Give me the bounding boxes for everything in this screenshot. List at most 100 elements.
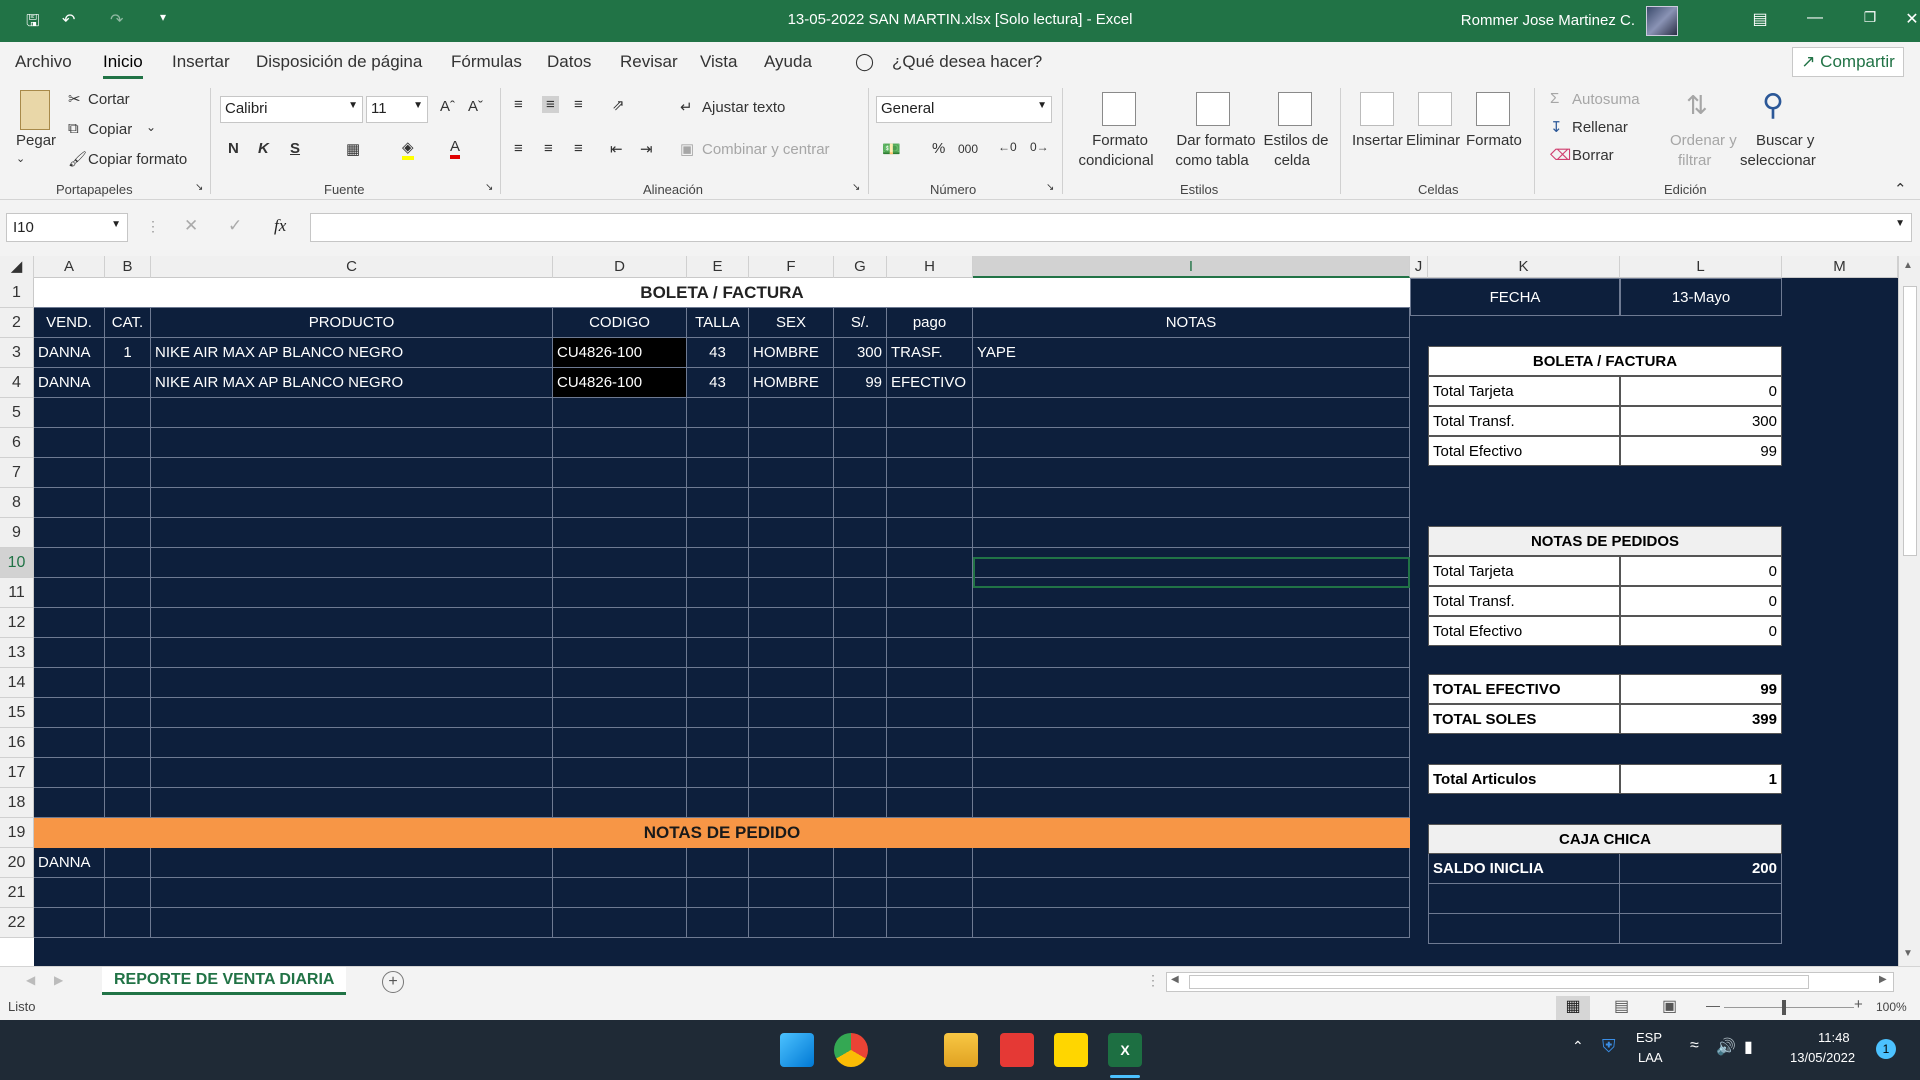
copy-button[interactable]: Copiar — [88, 121, 132, 138]
cut-icon[interactable]: ✂ — [68, 90, 81, 108]
tab-vista[interactable]: Vista — [700, 52, 738, 72]
empty-cell[interactable] — [687, 668, 749, 698]
caja-value[interactable]: 200 — [1620, 854, 1782, 884]
empty-cell[interactable] — [553, 698, 687, 728]
empty-cell[interactable] — [749, 638, 834, 668]
empty-cell[interactable] — [105, 608, 151, 638]
empty-cell[interactable] — [834, 698, 887, 728]
empty-cell[interactable] — [105, 578, 151, 608]
align-top-icon[interactable]: ≡ — [514, 96, 523, 113]
empty-cell[interactable] — [34, 788, 105, 818]
empty-cell[interactable] — [749, 608, 834, 638]
row-header-14[interactable]: 14 — [0, 668, 34, 698]
wrap-text-button[interactable]: Ajustar texto — [702, 99, 785, 116]
table-cell[interactable]: YAPE — [973, 338, 1410, 368]
empty-cell[interactable] — [553, 848, 687, 878]
select-all-corner[interactable]: ◢ — [0, 256, 34, 278]
col-header-g[interactable]: G — [834, 256, 887, 278]
empty-cell[interactable] — [887, 518, 973, 548]
italic-button[interactable]: K — [258, 140, 269, 157]
empty-cell[interactable] — [553, 758, 687, 788]
format-cells-icon[interactable] — [1476, 92, 1510, 126]
empty-cell[interactable] — [973, 758, 1410, 788]
column-title[interactable]: NOTAS — [973, 308, 1410, 338]
empty-cell[interactable] — [151, 848, 553, 878]
tell-me-search[interactable]: ¿Qué desea hacer? — [892, 52, 1042, 72]
col-header-h[interactable]: H — [887, 256, 973, 278]
paste-dropdown-icon[interactable]: ⌄ — [16, 152, 25, 165]
empty-cell[interactable] — [887, 458, 973, 488]
empty-cell[interactable] — [34, 728, 105, 758]
fill-color-icon[interactable]: ◈ — [402, 138, 414, 160]
empty-cell[interactable] — [151, 578, 553, 608]
row-header-10[interactable]: 10 — [0, 548, 34, 578]
empty-cell[interactable] — [151, 668, 553, 698]
caja-empty-cell[interactable] — [1620, 884, 1782, 914]
language-layout[interactable]: LAA — [1638, 1050, 1663, 1065]
empty-cell[interactable] — [749, 428, 834, 458]
empty-cell[interactable] — [105, 398, 151, 428]
empty-cell[interactable] — [34, 638, 105, 668]
empty-cell[interactable] — [105, 908, 151, 938]
summary-label[interactable]: Total Tarjeta — [1428, 376, 1620, 406]
empty-cell[interactable] — [973, 518, 1410, 548]
summary-label[interactable]: Total Efectivo — [1428, 616, 1620, 646]
summary-value[interactable]: 0 — [1620, 586, 1782, 616]
autosum-button[interactable]: Autosuma — [1572, 91, 1640, 108]
empty-cell[interactable] — [834, 908, 887, 938]
page-break-icon[interactable]: ▣ — [1662, 996, 1677, 1016]
col-header-l[interactable]: L — [1620, 256, 1782, 278]
row-header-11[interactable]: 11 — [0, 578, 34, 608]
row-header-6[interactable]: 6 — [0, 428, 34, 458]
caja-empty-cell[interactable] — [1428, 914, 1620, 944]
summary-label[interactable]: TOTAL EFECTIVO — [1428, 674, 1620, 704]
autosum-icon[interactable]: Σ — [1550, 90, 1559, 107]
empty-cell[interactable] — [105, 848, 151, 878]
zoom-out-icon[interactable]: — — [1706, 997, 1720, 1013]
column-title[interactable]: VEND. — [34, 308, 105, 338]
empty-cell[interactable] — [34, 878, 105, 908]
cancel-icon[interactable]: ✕ — [184, 216, 198, 236]
empty-cell[interactable] — [749, 698, 834, 728]
empty-cell[interactable] — [151, 698, 553, 728]
empty-cell[interactable] — [151, 458, 553, 488]
empty-cell[interactable] — [973, 788, 1410, 818]
decrease-indent-icon[interactable]: ⇤ — [610, 140, 623, 158]
vertical-scroll-thumb[interactable] — [1903, 286, 1917, 556]
empty-cell[interactable] — [687, 878, 749, 908]
empty-cell[interactable] — [834, 788, 887, 818]
tab-revisar[interactable]: Revisar — [620, 52, 678, 72]
currency-icon[interactable]: 💵 — [882, 140, 901, 158]
row-header-7[interactable]: 7 — [0, 458, 34, 488]
user-name[interactable]: Rommer Jose Martinez C. — [1461, 12, 1635, 29]
row-header-16[interactable]: 16 — [0, 728, 34, 758]
sort-filter-icon[interactable]: ⇅ — [1686, 90, 1708, 121]
insert-function-icon[interactable]: fx — [274, 216, 286, 236]
notification-badge[interactable]: 1 — [1876, 1039, 1896, 1059]
prev-sheet-icon[interactable]: ◀ — [26, 973, 35, 987]
formula-input[interactable]: ▼ — [310, 213, 1912, 242]
caja-label[interactable]: SALDO INICLIA — [1428, 854, 1620, 884]
empty-cell[interactable] — [553, 578, 687, 608]
dialog-launcher-icon[interactable]: ↘ — [852, 182, 860, 193]
orientation-icon[interactable]: ⇗ — [612, 96, 625, 114]
empty-cell[interactable] — [749, 578, 834, 608]
empty-cell[interactable] — [973, 668, 1410, 698]
zoom-in-icon[interactable]: + — [1854, 996, 1863, 1013]
empty-cell[interactable] — [973, 398, 1410, 428]
empty-cell[interactable] — [34, 488, 105, 518]
empty-cell[interactable] — [834, 758, 887, 788]
table-cell[interactable]: NIKE AIR MAX AP BLANCO NEGRO — [151, 338, 553, 368]
boleta-summary-title[interactable]: BOLETA / FACTURA — [1428, 346, 1782, 376]
empty-cell[interactable] — [687, 518, 749, 548]
horizontal-scroll-thumb[interactable] — [1189, 975, 1809, 989]
summary-label[interactable]: Total Efectivo — [1428, 436, 1620, 466]
tab-archivo[interactable]: Archivo — [15, 52, 72, 72]
decrease-decimal-icon[interactable]: 0→ — [1030, 140, 1049, 154]
empty-cell[interactable] — [553, 488, 687, 518]
battery-icon[interactable]: ▮ — [1744, 1037, 1753, 1057]
empty-cell[interactable] — [749, 908, 834, 938]
summary-value[interactable]: 0 — [1620, 556, 1782, 586]
caja-empty-cell[interactable] — [1428, 884, 1620, 914]
empty-cell[interactable] — [749, 488, 834, 518]
